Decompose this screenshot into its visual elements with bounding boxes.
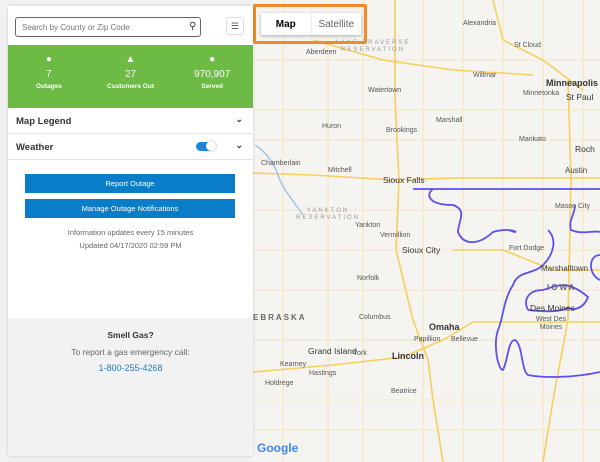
city-label: Omaha bbox=[429, 322, 460, 332]
last-updated-text: Updated 04/17/2020 02:59 PM bbox=[79, 241, 182, 250]
weather-section[interactable]: Weather ⌄ bbox=[8, 134, 253, 160]
region-label: IOWA bbox=[547, 283, 577, 292]
outage-icon: ● bbox=[45, 54, 52, 65]
city-label: York bbox=[353, 350, 367, 357]
manage-notifications-button[interactable]: Manage Outage Notifications bbox=[25, 199, 235, 218]
city-label: Sioux City bbox=[402, 245, 441, 255]
city-label: Watertown bbox=[368, 87, 402, 94]
stat-value: 970,907 bbox=[194, 69, 231, 80]
warning-icon: ▲ bbox=[125, 54, 136, 65]
city-label: Columbus bbox=[359, 314, 391, 321]
city-label: Alexandria bbox=[463, 20, 497, 27]
city-label: Holdrege bbox=[265, 380, 294, 387]
city-label: Grand Island bbox=[308, 346, 357, 356]
update-frequency-text: Information updates every 15 minutes bbox=[67, 228, 194, 237]
stat-label: Outages bbox=[35, 83, 62, 90]
stat-customers-out: ▲ 27 Customers Out bbox=[90, 45, 172, 108]
city-label: Mitchell bbox=[328, 167, 352, 174]
stat-value: 7 bbox=[46, 69, 52, 80]
stat-label: Customers Out bbox=[107, 83, 154, 90]
gas-title: Smell Gas? bbox=[107, 330, 154, 340]
city-label: Bellevue bbox=[451, 336, 478, 343]
city-label: Mason City bbox=[555, 203, 591, 210]
list-view-button[interactable]: ☰ bbox=[226, 17, 244, 35]
city-label: Lincoln bbox=[392, 351, 424, 361]
gas-emergency-section: Smell Gas? To report a gas emergency cal… bbox=[8, 318, 253, 456]
city-label: Marshalltown bbox=[541, 264, 589, 273]
map-canvas[interactable]: Alexandria St Cloud Aberdeen Willmar Min… bbox=[253, 0, 600, 462]
city-label: Norfolk bbox=[357, 275, 380, 282]
gas-phone-link[interactable]: 1-800-255-4268 bbox=[8, 363, 253, 373]
city-label: Sioux Falls bbox=[383, 175, 425, 185]
city-label: Des Moines bbox=[530, 303, 575, 313]
city-label: Austin bbox=[565, 166, 588, 175]
city-label: Brookings bbox=[386, 127, 418, 134]
city-label: Huron bbox=[322, 123, 342, 130]
outage-sidebar: ⚲ ☰ ● 7 Outages ▲ 27 Customers Out ● 970… bbox=[8, 6, 253, 456]
report-outage-button[interactable]: Report Outage bbox=[25, 174, 235, 193]
stat-served: ● 970,907 Served bbox=[171, 45, 253, 108]
city-label: Marshall bbox=[436, 117, 463, 124]
google-logo: Google bbox=[257, 441, 299, 455]
city-label: Yankton bbox=[355, 222, 381, 229]
city-label: Papillion bbox=[414, 336, 441, 343]
chevron-down-icon[interactable]: ⌄ bbox=[235, 140, 243, 151]
reservation-label: YANKTON RESERVATION bbox=[295, 208, 360, 221]
city-label: Vermillion bbox=[380, 232, 411, 239]
stat-label: Served bbox=[201, 83, 224, 90]
list-icon: ☰ bbox=[230, 20, 240, 31]
city-label: Minneapolis bbox=[546, 78, 599, 88]
city-label: St Cloud bbox=[514, 42, 541, 49]
city-label: West Des Moines bbox=[535, 316, 567, 331]
outage-summary-banner: ● 7 Outages ▲ 27 Customers Out ● 970,907… bbox=[8, 45, 253, 108]
city-label: Mankato bbox=[519, 136, 546, 143]
map-type-toggle-highlight: Map Satellite bbox=[253, 4, 367, 44]
city-label: Fort Dodge bbox=[509, 245, 545, 252]
satellite-view-button[interactable]: Satellite bbox=[312, 13, 362, 35]
city-label: Willmar bbox=[473, 72, 497, 79]
city-label: Kearney bbox=[280, 361, 307, 368]
region-label: EBRASKA bbox=[253, 313, 307, 322]
map-view-button[interactable]: Map bbox=[261, 13, 312, 35]
weather-label: Weather bbox=[16, 142, 54, 153]
map-roads bbox=[253, 0, 600, 462]
map-legend-section[interactable]: Map Legend ⌄ bbox=[8, 108, 253, 134]
city-label: Minnetonka bbox=[523, 90, 560, 97]
stat-outages: ● 7 Outages bbox=[8, 45, 90, 108]
weather-toggle[interactable] bbox=[196, 141, 216, 151]
stat-value: 27 bbox=[124, 69, 137, 80]
search-icon[interactable]: ⚲ bbox=[189, 21, 196, 32]
gas-subtitle: To report a gas emergency call: bbox=[71, 347, 190, 357]
city-label: Beatrice bbox=[391, 388, 417, 395]
city-label: Roch bbox=[575, 144, 595, 154]
city-label: Chamberlain bbox=[261, 160, 301, 167]
search-input[interactable] bbox=[15, 17, 201, 37]
map-legend-label: Map Legend bbox=[16, 116, 72, 127]
city-label: Hastings bbox=[309, 370, 337, 377]
person-icon: ● bbox=[209, 54, 216, 65]
chevron-down-icon[interactable]: ⌄ bbox=[235, 114, 243, 125]
city-label: St Paul bbox=[566, 92, 594, 102]
